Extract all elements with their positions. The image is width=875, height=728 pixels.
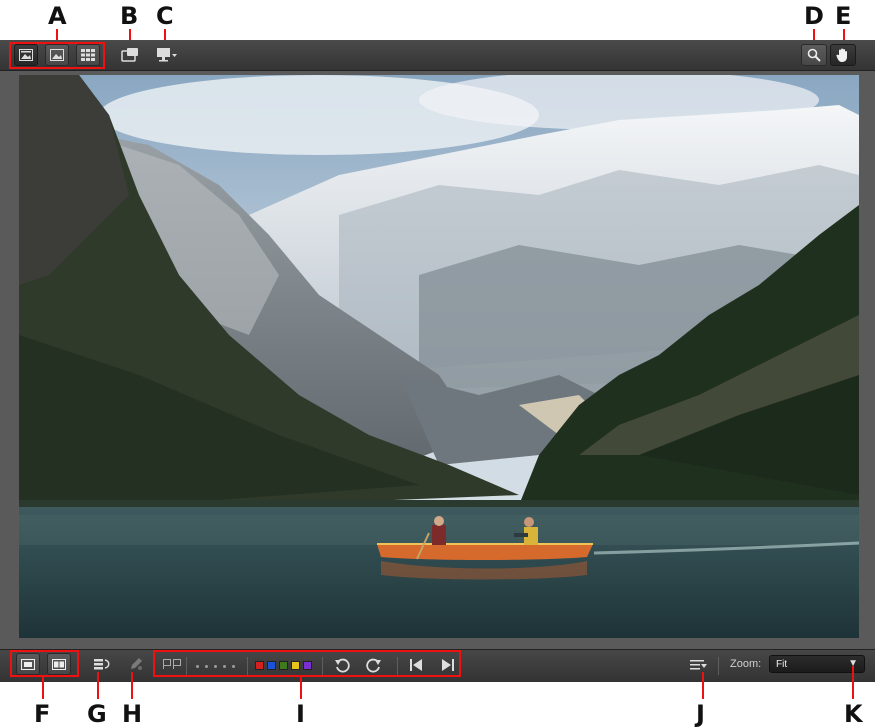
zoom-value: Fit: [776, 659, 788, 670]
top-toolbar: [0, 40, 875, 71]
list-options-button[interactable]: [686, 654, 710, 676]
sort-button[interactable]: [90, 653, 114, 675]
callout-box-a: [9, 42, 105, 69]
callout-e: E: [835, 2, 852, 30]
callout-i: I: [296, 700, 305, 728]
callout-box-i: [153, 650, 461, 677]
toolbar-separator: [718, 657, 719, 675]
leader-j: [702, 672, 704, 699]
callout-b: B: [120, 2, 139, 30]
callout-d: D: [804, 2, 824, 30]
zoom-label: Zoom:: [730, 658, 762, 670]
leader-i: [300, 677, 302, 699]
monitor-dropdown-icon: [157, 48, 177, 62]
sort-icon: [94, 659, 110, 670]
list-options-icon: [690, 660, 707, 670]
compare-window-button[interactable]: [118, 44, 142, 66]
pan-tool-button[interactable]: [830, 44, 856, 66]
callout-a: A: [48, 2, 67, 30]
callout-j: J: [696, 700, 705, 728]
hand-icon: [836, 48, 847, 62]
pen-icon: [131, 658, 142, 670]
leader-k: [852, 666, 854, 699]
leader-f: [42, 677, 44, 699]
photo-lake-mountains: [19, 75, 859, 638]
display-dropdown-button[interactable]: [155, 44, 179, 66]
zoom-tool-button[interactable]: [801, 44, 827, 66]
leader-h: [131, 672, 133, 699]
callout-h: H: [122, 700, 143, 728]
callout-k: K: [844, 700, 863, 728]
compare-window-icon: [121, 48, 138, 62]
edit-button[interactable]: [124, 653, 148, 675]
callout-g: G: [87, 700, 107, 728]
callout-f: F: [34, 700, 51, 728]
callout-c: C: [156, 2, 174, 30]
magnifier-icon: [807, 48, 821, 62]
callout-box-f: [10, 650, 79, 677]
zoom-select[interactable]: Fit ▼: [769, 655, 865, 673]
leader-g: [97, 672, 99, 699]
